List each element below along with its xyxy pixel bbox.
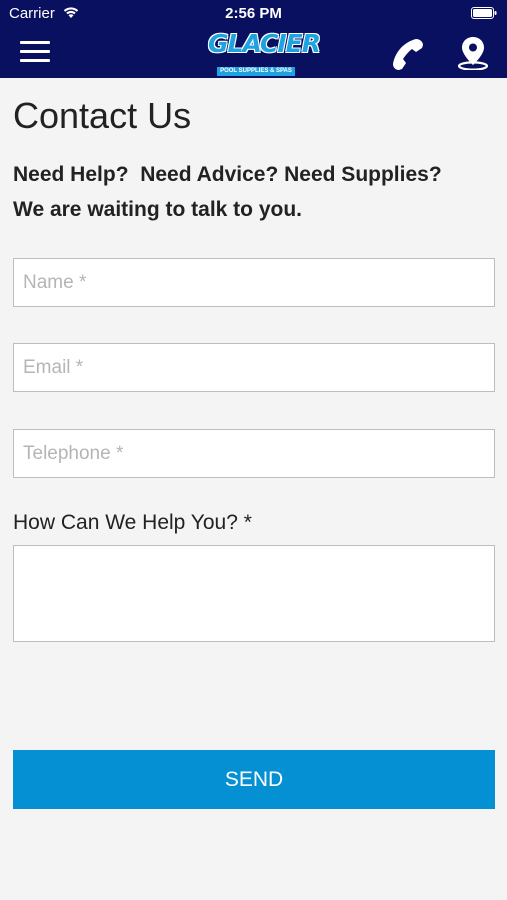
navigation-bar: GLACIER POOL SUPPLIES & SPAS (0, 28, 507, 78)
logo-text: GLACIER (208, 29, 321, 58)
status-time: 2:56 PM (225, 5, 282, 22)
glacier-logo[interactable]: GLACIER POOL SUPPLIES & SPAS (208, 28, 321, 76)
location-pin-icon[interactable] (457, 36, 489, 70)
email-input[interactable] (13, 343, 495, 392)
message-textarea[interactable] (13, 545, 495, 642)
page-subtitle: Need Help? Need Advice? Need Supplies? W… (13, 157, 498, 227)
subtitle-line-2: We are waiting to talk to you. (13, 198, 302, 221)
send-button[interactable]: SEND (13, 750, 495, 809)
telephone-input[interactable] (13, 429, 495, 478)
name-input[interactable] (13, 258, 495, 307)
battery-icon (471, 7, 497, 19)
page-title: Contact Us (13, 95, 192, 136)
message-label: How Can We Help You? * (13, 511, 252, 534)
app-header: Carrier 2:56 PM GLACIER POOL SUPPLIES & … (0, 0, 507, 78)
phone-icon[interactable] (391, 37, 425, 71)
status-bar: Carrier 2:56 PM (0, 0, 507, 28)
hamburger-menu-icon[interactable] (20, 41, 50, 63)
subtitle-line-1: Need Help? Need Advice? Need Supplies? (13, 163, 442, 186)
logo-subtext: POOL SUPPLIES & SPAS (217, 67, 295, 76)
